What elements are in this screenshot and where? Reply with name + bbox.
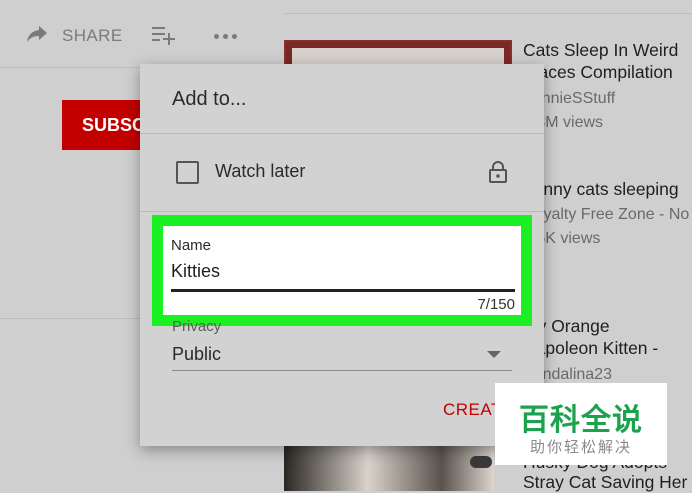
right-column-top [284, 0, 692, 14]
video-channel: Royalty Free Zone - No [523, 206, 690, 223]
watch-later-checkbox[interactable] [176, 161, 199, 184]
watermark-logo: 百科全说 助你轻松解决 [495, 383, 667, 465]
privacy-dropdown[interactable]: Public [172, 344, 221, 365]
playlist-name-field[interactable]: Name Kitties 7/150 [152, 215, 532, 326]
youtube-watch-page: SHARE SUBSCRIBE Cats Sleep In Weird Plac… [0, 0, 692, 493]
video-title[interactable]: Cats Sleep In Weird [523, 40, 678, 61]
privacy-label: Privacy [172, 318, 222, 335]
video-title[interactable]: Places Compilation [523, 62, 673, 83]
dropdown-underline [172, 370, 512, 371]
watermark-title: 百科全说 [519, 404, 643, 437]
divider [140, 133, 544, 134]
share-arrow-icon[interactable] [26, 24, 48, 44]
input-underline [171, 289, 515, 292]
share-button[interactable]: SHARE [62, 26, 123, 46]
dialog-title: Add to... [172, 88, 247, 110]
add-to-playlist-dialog: Add to... Watch later Name Kitties 7/150… [140, 64, 544, 446]
video-actions-bar: SHARE [0, 0, 270, 68]
name-field-label: Name [171, 237, 212, 254]
watermark-subtitle: 助你轻松解决 [529, 439, 632, 456]
name-input[interactable]: Kitties [171, 261, 220, 282]
lock-icon [489, 161, 507, 183]
video-thumbnail[interactable] [284, 446, 494, 491]
add-to-playlist-icon[interactable] [152, 25, 176, 45]
more-options-icon[interactable] [212, 34, 240, 42]
video-title[interactable]: Stray Cat Saving Her [523, 472, 687, 493]
divider [140, 211, 544, 212]
thumbnail-badge [470, 456, 492, 468]
watch-later-label[interactable]: Watch later [215, 161, 305, 182]
divider [0, 318, 140, 319]
chevron-down-icon[interactable] [487, 351, 501, 358]
video-title[interactable]: Funny cats sleeping [523, 179, 679, 200]
character-counter: 7/150 [477, 296, 515, 313]
